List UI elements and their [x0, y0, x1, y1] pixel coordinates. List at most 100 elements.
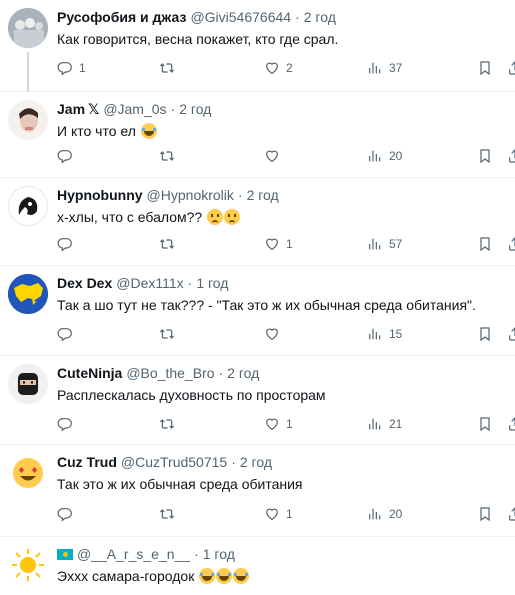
x-badge-icon: 𝕏 [88, 101, 100, 117]
reply-button[interactable] [57, 416, 79, 432]
views-count: 37 [389, 61, 403, 75]
share-icon [507, 148, 515, 164]
tweet[interactable]: Dex Dex @Dex111x · 1 год Так а шо тут не… [0, 266, 515, 356]
retweet-button[interactable] [159, 236, 181, 252]
retweet-button[interactable] [159, 326, 181, 342]
face-with-tears-of-joy-icon [233, 568, 250, 584]
share-button[interactable] [507, 236, 515, 252]
avatar[interactable] [8, 100, 48, 140]
views-icon [367, 506, 383, 522]
views-button[interactable]: 15 [367, 326, 402, 342]
tweet[interactable]: Русофобия и джаз @Givi54676644 · 2 год К… [0, 0, 515, 92]
bookmark-button[interactable] [477, 416, 493, 432]
tweet[interactable]: CuteNinja @Bo_the_Bro · 2 год Расплескал… [0, 356, 515, 445]
avatar[interactable] [8, 274, 48, 314]
user-handle[interactable]: @Jam_0s [103, 100, 166, 118]
timestamp[interactable]: 2 год [227, 364, 259, 382]
tweet[interactable]: Cuz Trud @CuzTrud50715 · 2 год Так это ж… [0, 445, 515, 537]
bookmark-button[interactable] [477, 60, 493, 76]
retweet-button[interactable] [159, 506, 181, 522]
timestamp[interactable]: 2 год [247, 186, 279, 204]
avatar[interactable] [8, 364, 48, 404]
timestamp[interactable]: 2 год [179, 100, 211, 118]
tweet-text: Так это ж их обычная среда обитания [57, 476, 303, 492]
bookmark-icon [477, 506, 493, 522]
user-handle[interactable]: @Bo_the_Bro [126, 364, 214, 382]
timestamp[interactable]: 1 год [196, 274, 228, 292]
views-icon [367, 236, 383, 252]
worried-face-icon [224, 209, 241, 225]
avatar[interactable] [8, 186, 48, 226]
share-button[interactable] [507, 416, 515, 432]
reply-icon [57, 60, 73, 76]
like-button[interactable]: 1 [264, 506, 293, 522]
timestamp[interactable]: 1 год [203, 545, 235, 563]
face-with-tears-of-joy-icon [199, 568, 216, 584]
bookmark-icon [477, 326, 493, 342]
separator-dot: · [170, 101, 176, 117]
bookmark-button[interactable] [477, 148, 493, 164]
bookmark-button[interactable] [477, 326, 493, 342]
share-button[interactable] [507, 506, 515, 522]
user-handle[interactable]: @Dex111x [116, 274, 183, 292]
views-button[interactable]: 20 [367, 506, 402, 522]
reply-button[interactable] [57, 506, 79, 522]
share-button[interactable] [507, 326, 515, 342]
views-count: 21 [389, 417, 403, 431]
thread-line [27, 52, 29, 92]
bookmark-button[interactable] [477, 506, 493, 522]
views-button[interactable]: 20 [367, 148, 402, 164]
reply-button[interactable] [57, 236, 79, 252]
display-name[interactable]: @__A_r_s_e_n__ [77, 545, 190, 563]
timestamp[interactable]: 2 год [240, 453, 272, 471]
reply-button[interactable] [57, 326, 79, 342]
tweet-text: Как говорится, весна покажет, кто где ср… [57, 31, 339, 47]
views-button[interactable]: 57 [367, 236, 402, 252]
avatar[interactable] [8, 545, 48, 585]
user-handle[interactable]: @Givi54676644 [190, 8, 291, 26]
tweet[interactable]: @__A_r_s_e_n__ · 1 год Эххх самара-город… [0, 537, 515, 595]
retweet-icon [159, 416, 175, 432]
retweet-button[interactable] [159, 416, 181, 432]
avatar[interactable] [8, 8, 48, 48]
bookmark-button[interactable] [477, 236, 493, 252]
views-icon [367, 416, 383, 432]
display-name[interactable]: Cuz Trud [57, 453, 117, 471]
retweet-icon [159, 148, 175, 164]
like-button[interactable]: 2 [264, 60, 293, 76]
share-button[interactable] [507, 148, 515, 164]
tweet-content: Эххх самара-городок [57, 566, 511, 586]
tweet[interactable]: Jam 𝕏 @Jam_0s · 2 год И кто что ел 20 [0, 92, 515, 178]
separator-dot: · [187, 275, 193, 291]
tweet-text: х-хлы, что с ебалом?? [57, 209, 203, 225]
reply-icon [57, 326, 73, 342]
tweet-text: Так а шо тут не так??? - "Так это ж их о… [57, 297, 476, 313]
display-name[interactable]: Hypnobunny [57, 186, 143, 204]
user-handle[interactable]: @Hypnokrolik [147, 186, 234, 204]
reply-button[interactable]: 1 [57, 60, 86, 76]
retweet-button[interactable] [159, 148, 181, 164]
user-handle[interactable]: @CuzTrud50715 [121, 453, 227, 471]
separator-dot: · [231, 454, 236, 470]
share-button[interactable] [507, 60, 515, 76]
like-button[interactable] [264, 148, 286, 164]
timestamp[interactable]: 2 год [304, 8, 336, 26]
tweet[interactable]: Hypnobunny @Hypnokrolik · 2 год х-хлы, ч… [0, 178, 515, 266]
like-button[interactable]: 1 [264, 416, 293, 432]
like-button[interactable] [264, 326, 286, 342]
reply-button[interactable] [57, 148, 79, 164]
display-name[interactable]: Русофобия и джаз [57, 8, 186, 26]
views-icon [367, 326, 383, 342]
retweet-button[interactable] [159, 60, 181, 76]
heart-icon [264, 148, 280, 164]
like-button[interactable]: 1 [264, 236, 293, 252]
bookmark-icon [477, 148, 493, 164]
display-name[interactable]: Dex Dex [57, 274, 112, 292]
avatar[interactable] [8, 453, 48, 493]
reply-icon [57, 148, 73, 164]
views-button[interactable]: 37 [367, 60, 402, 76]
views-button[interactable]: 21 [367, 416, 402, 432]
separator-dot: · [237, 187, 243, 203]
display-name[interactable]: CuteNinja [57, 364, 122, 382]
display-name[interactable]: Jam [57, 100, 85, 118]
